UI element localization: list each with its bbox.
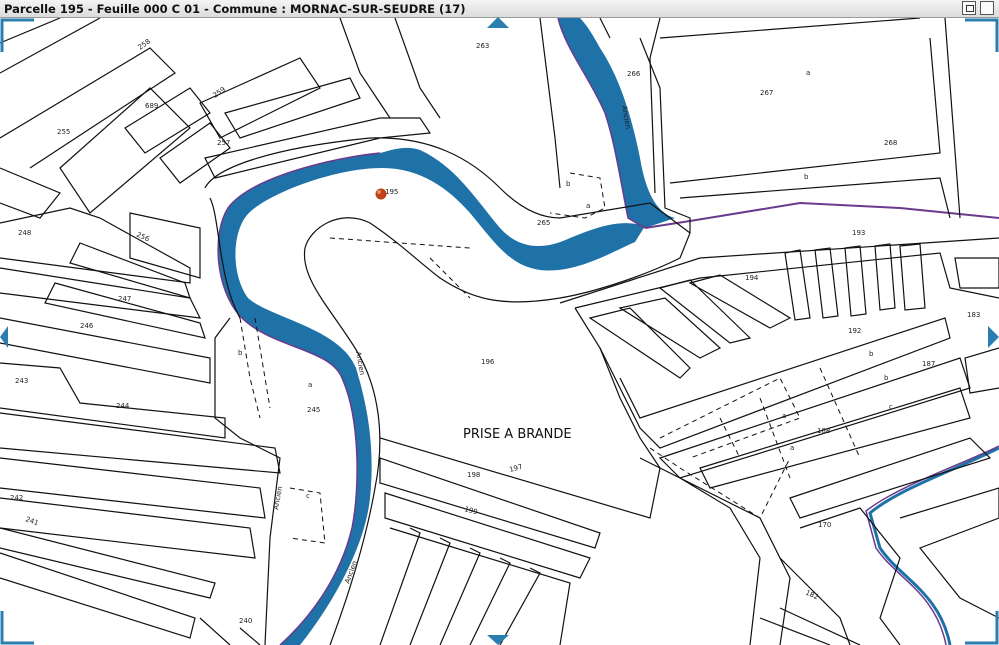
corner-top-left-icon xyxy=(0,18,34,52)
parcel-label: 244 xyxy=(116,402,130,410)
parcel-label: 192 xyxy=(848,327,861,335)
parcel-marker[interactable] xyxy=(375,188,387,200)
map-label: a xyxy=(586,202,590,210)
pan-down-arrow-icon[interactable] xyxy=(487,635,509,645)
map-label: a xyxy=(782,412,786,420)
maximize-icon[interactable] xyxy=(962,1,976,15)
map-label: b xyxy=(804,173,809,181)
parcel-label: 195 xyxy=(385,188,398,196)
parcel-label: 263 xyxy=(476,42,489,50)
parcel-label: 196 xyxy=(481,358,495,366)
parcel-label: 268 xyxy=(884,139,897,147)
parcel-label: 243 xyxy=(15,377,28,385)
corner-bottom-right-icon xyxy=(965,611,999,645)
map-label: c xyxy=(306,492,310,500)
parcel-label: 240 xyxy=(239,617,252,625)
parcel-label: 197 xyxy=(508,463,523,474)
parcel-labels: 258 259 689 255 257 248 256 247 246 243 … xyxy=(10,37,980,625)
parcel-label: 247 xyxy=(118,295,131,303)
parcel-label: 267 xyxy=(760,89,773,97)
map-label: b xyxy=(884,374,889,382)
parcel-label: 193 xyxy=(852,229,865,237)
window-titlebar: Parcelle 195 - Feuille 000 C 01 - Commun… xyxy=(0,0,999,18)
pan-up-arrow-icon[interactable] xyxy=(487,17,509,29)
parcel-label: 259 xyxy=(212,85,228,99)
parcel-label: 182 xyxy=(804,589,820,602)
parcel-label: 248 xyxy=(18,229,31,237)
corner-top-right-icon xyxy=(965,18,999,52)
pan-right-arrow-icon[interactable] xyxy=(988,326,999,348)
close-icon[interactable] xyxy=(980,1,994,15)
map-label: b xyxy=(566,180,571,188)
map-label: Ancien xyxy=(272,486,284,511)
map-label: a xyxy=(308,381,312,389)
parcel-label: 183 xyxy=(967,311,980,319)
parcel-label: 241 xyxy=(24,515,39,527)
waterway xyxy=(217,18,999,645)
window-title: Parcelle 195 - Feuille 000 C 01 - Commun… xyxy=(4,2,466,16)
parcel-label: 255 xyxy=(57,128,70,136)
parcel-label: 198 xyxy=(467,471,480,479)
parcel-label: 187 xyxy=(922,360,935,368)
parcel-label: 258 xyxy=(137,37,153,51)
parcel-label: 246 xyxy=(80,322,94,330)
parcel-label: 194 xyxy=(745,274,759,282)
map-label: b xyxy=(869,350,874,358)
parcel-label: 170 xyxy=(818,521,831,529)
pan-left-arrow-icon[interactable] xyxy=(0,326,8,348)
parcel-label: 242 xyxy=(10,494,23,502)
parcel-label: 188 xyxy=(817,427,830,435)
parcel-label: 199 xyxy=(463,505,478,516)
locality-label: PRISE A BRANDE xyxy=(463,427,572,442)
map-label: a xyxy=(806,69,810,77)
parcel-label: 245 xyxy=(307,406,320,414)
map-label: b xyxy=(238,349,243,357)
parcel-label: 266 xyxy=(627,70,641,78)
corner-bottom-left-icon xyxy=(0,611,34,645)
parcel-label: 265 xyxy=(537,219,550,227)
cadastral-map[interactable]: 258 259 689 255 257 248 256 247 246 243 … xyxy=(0,18,999,645)
map-label: c xyxy=(889,403,893,411)
map-label: a xyxy=(790,444,794,452)
parcel-label: 689 xyxy=(145,102,158,110)
parcel-label: 257 xyxy=(217,139,230,147)
